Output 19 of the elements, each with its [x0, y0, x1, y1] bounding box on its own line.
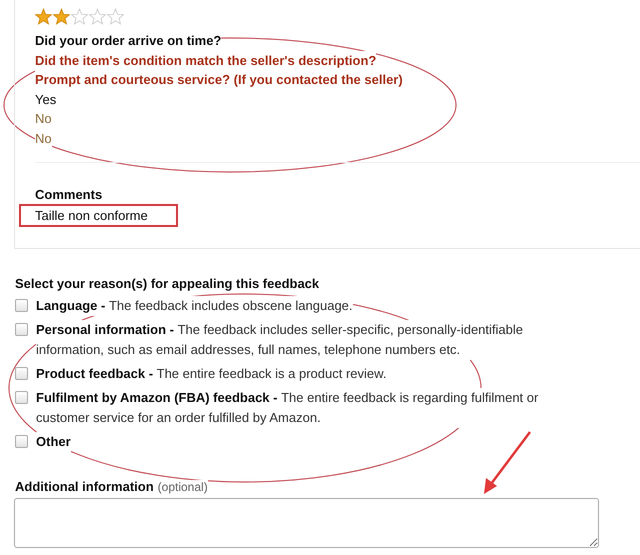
question-text: Prompt and courteous service? (If you contacted the seller) — [35, 70, 403, 90]
additional-info-label: Additional information — [15, 479, 154, 494]
checkbox[interactable] — [15, 323, 28, 336]
arrow — [484, 431, 531, 494]
star-icon — [89, 8, 106, 25]
star-icon — [53, 8, 70, 25]
additional-info-field[interactable] — [14, 498, 599, 548]
checkbox[interactable] — [15, 391, 28, 404]
checkbox[interactable] — [15, 367, 28, 380]
star-icon — [35, 8, 52, 25]
star-icon — [71, 8, 88, 25]
checkbox[interactable] — [15, 299, 28, 312]
checkbox[interactable] — [15, 435, 28, 448]
star-icon — [107, 8, 124, 25]
optional-hint: (optional) — [158, 480, 208, 494]
reason-text: Other — [36, 432, 71, 452]
reason-text: Language - The feedback includes obscene language. — [36, 296, 353, 316]
comment-text: Taille non conforme — [35, 208, 148, 223]
question-text: Did the item's condition match the seller's description? — [35, 50, 376, 70]
